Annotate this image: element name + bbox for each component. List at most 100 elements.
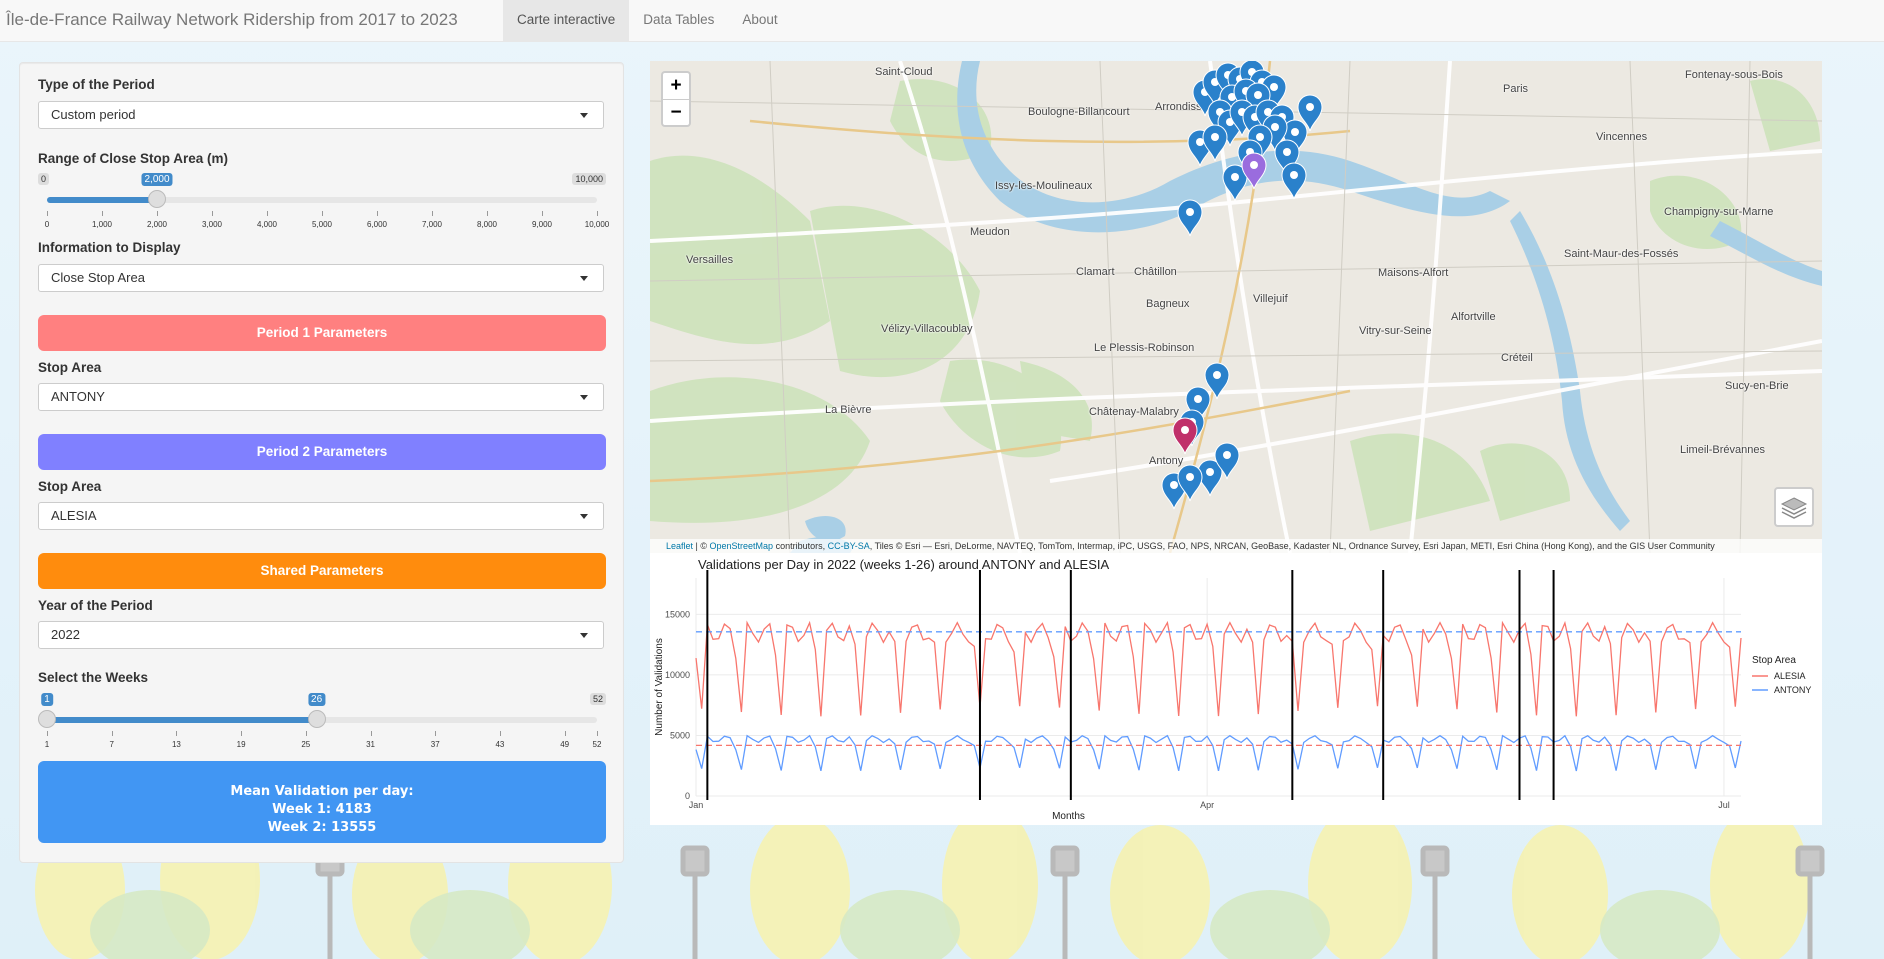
chevron-down-icon xyxy=(580,633,588,638)
slider-tick xyxy=(370,731,372,736)
zoom-in-button[interactable]: + xyxy=(663,73,689,99)
slider-tick-label: 31 xyxy=(366,740,375,749)
slider-tick xyxy=(542,211,543,216)
slider-tick-label: 49 xyxy=(560,740,570,749)
slider-tick-label: 13 xyxy=(171,740,181,749)
mean-validation-box: Mean Validation per day: Week 1: 4183 We… xyxy=(38,761,606,843)
year-label: Year of the Period xyxy=(38,598,153,613)
slider-tick xyxy=(47,731,48,736)
slider-tick-label: 1,000 xyxy=(91,220,113,229)
range-label: Range of Close Stop Area (m) xyxy=(38,151,229,166)
slider-tick-label: 3,000 xyxy=(201,220,223,229)
period2-header: Period 2 Parameters xyxy=(38,434,606,470)
slider-tick-label: 7,000 xyxy=(421,220,443,229)
year-value: 2022 xyxy=(51,627,80,642)
range-fill-bar xyxy=(47,197,157,203)
slider-tick xyxy=(102,211,103,216)
slider-tick xyxy=(377,211,378,216)
weeks-from-handle[interactable] xyxy=(38,710,56,728)
period2-stop-select[interactable]: ALESIA xyxy=(38,502,604,530)
interactive-map[interactable]: Boulogne-Billancourt Issy-les-Moulineaux M… xyxy=(650,61,1822,553)
tab-data-tables[interactable]: Data Tables xyxy=(629,0,728,41)
nav-tabs: Carte interactive Data Tables About xyxy=(503,0,792,41)
period2-stop-value: ALESIA xyxy=(51,508,97,523)
map-markers xyxy=(1161,61,1323,510)
y-tick-label: 5000 xyxy=(670,730,690,740)
chevron-down-icon xyxy=(580,395,588,400)
chart-title: Validations per Day in 2022 (weeks 1-26)… xyxy=(698,557,1110,572)
slider-tick xyxy=(111,731,113,736)
zoom-control: + − xyxy=(661,71,691,127)
leaflet-link[interactable]: Leaflet xyxy=(666,541,693,551)
slider-tick xyxy=(305,731,307,736)
legend-title: Stop Area xyxy=(1752,655,1796,666)
ccbysa-link[interactable]: CC-BY-SA xyxy=(828,541,870,551)
period-type-value: Custom period xyxy=(51,107,136,122)
slider-tick xyxy=(499,731,501,736)
y-tick-label: 10000 xyxy=(665,670,690,680)
station-marker[interactable] xyxy=(1281,162,1307,200)
slider-tick-label: 37 xyxy=(430,740,440,749)
period1-stop-select[interactable]: ANTONY xyxy=(38,383,604,411)
slider-tick-label: 9,000 xyxy=(531,220,553,229)
app-title: Île-de-France Railway Network Ridership … xyxy=(6,10,458,29)
slider-tick xyxy=(487,211,488,216)
x-tick-label: Apr xyxy=(1200,800,1214,810)
period1-stop-value: ANTONY xyxy=(51,389,105,404)
zoom-out-button[interactable]: − xyxy=(663,99,689,126)
plot-panel xyxy=(696,578,1741,796)
chevron-down-icon xyxy=(580,113,588,118)
tab-carte-interactive[interactable]: Carte interactive xyxy=(503,0,630,41)
slider-tick xyxy=(176,731,178,736)
range-slider[interactable]: 0 10,000 2,000 0 1,000 2,000 3,000 4,000 5,00… xyxy=(38,173,609,229)
weeks-max-label: 52 xyxy=(589,693,606,705)
attrib-sep: | © xyxy=(693,541,710,551)
attrib-tiles: , Tiles © Esri — Esri, DeLorme, NAVTEQ, … xyxy=(869,541,1715,551)
attrib-contrib: contributors, xyxy=(773,541,828,551)
period1-header: Period 1 Parameters xyxy=(38,315,606,351)
slider-tick-label: 7 xyxy=(109,740,114,749)
slider-tick-label: 25 xyxy=(301,740,311,749)
weeks-ticks: 1 7 13 19 25 31 37 43 49 52 xyxy=(45,731,601,749)
slider-tick-label: 0 xyxy=(44,220,50,229)
weeks-slider[interactable]: 1 26 52 1 7 13 19 25 31 37 43 49 52 xyxy=(38,693,606,749)
info-label: Information to Display xyxy=(38,240,181,255)
chevron-down-icon xyxy=(580,514,588,519)
navbar: Île-de-France Railway Network Ridership … xyxy=(0,0,1884,42)
mean-validation-week1: Week 1: 4183 xyxy=(272,802,372,817)
slider-tick-label: 1 xyxy=(44,740,50,749)
slider-tick xyxy=(597,731,598,736)
info-select[interactable]: Close Stop Area xyxy=(38,264,604,292)
period1-stop-label: Stop Area xyxy=(38,360,102,375)
antony-marker[interactable] xyxy=(1172,417,1198,455)
tab-about[interactable]: About xyxy=(728,0,791,41)
period-type-select[interactable]: Custom period xyxy=(38,101,604,129)
slider-tick xyxy=(432,211,433,216)
sidebar-panel: Type of the Period Custom period Range o… xyxy=(19,62,624,863)
slider-tick xyxy=(267,211,268,216)
range-handle[interactable] xyxy=(148,190,166,208)
slider-tick xyxy=(47,211,48,216)
slider-tick-label: 43 xyxy=(495,740,505,749)
weeks-label: Select the Weeks xyxy=(38,670,149,685)
x-axis-label: Months xyxy=(1052,811,1085,822)
shared-header: Shared Parameters xyxy=(38,553,606,589)
weeks-to-handle[interactable] xyxy=(307,710,326,728)
slider-tick-label: 5,000 xyxy=(311,220,333,229)
slider-tick xyxy=(564,731,566,736)
osm-link[interactable]: OpenStreetMap xyxy=(710,541,774,551)
weeks-from-bubble: 1 xyxy=(41,693,53,706)
range-value-bubble: 2,000 xyxy=(141,173,173,186)
slider-tick xyxy=(435,731,437,736)
slider-tick-label: 52 xyxy=(592,740,602,749)
mean-validation-title: Mean Validation per day: xyxy=(230,784,414,799)
x-tick-label: Jan xyxy=(689,800,704,810)
layers-icon[interactable] xyxy=(1774,487,1814,527)
weeks-to-bubble: 26 xyxy=(308,693,326,706)
slider-tick xyxy=(212,211,213,216)
station-marker[interactable] xyxy=(1177,199,1203,237)
slider-tick-label: 10,000 xyxy=(584,220,610,229)
map-attribution: Leaflet | © OpenStreetMap contributors, … xyxy=(650,539,1822,553)
legend-label-alesia: ALESIA xyxy=(1774,671,1806,681)
year-select[interactable]: 2022 xyxy=(38,621,604,649)
